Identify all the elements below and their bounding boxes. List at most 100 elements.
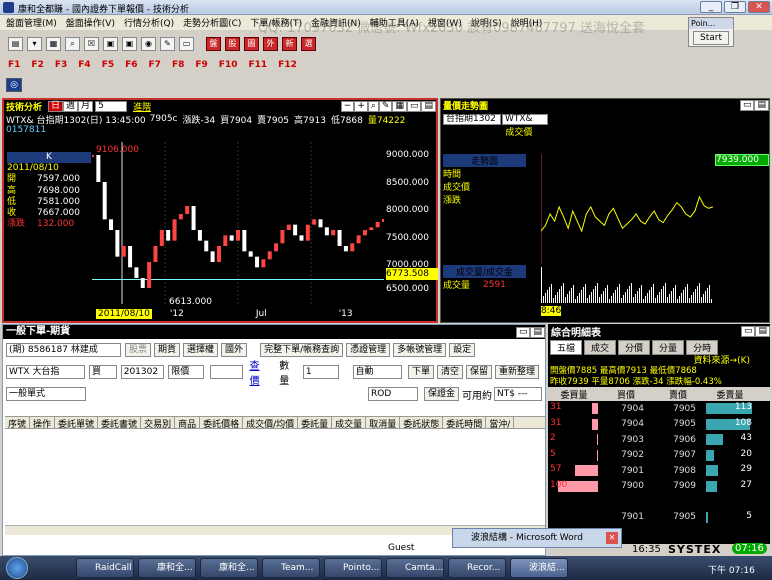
depth-row: 7901 7905 5 [548,510,770,526]
fkey-button[interactable]: F4 [78,60,90,70]
pv-symbol-input[interactable]: 台指期1302 [443,113,501,125]
close-button[interactable]: ✕ [748,1,770,13]
quote-icon[interactable]: 盤 [206,37,221,51]
rod-select[interactable]: ROD [367,387,418,401]
menu-icon[interactable]: ▤ [421,101,436,112]
fkey-button[interactable]: F6 [125,60,137,70]
task-recorder[interactable]: Recor... [448,558,506,578]
grid-icon[interactable]: ▦ [392,101,407,112]
fkey-button[interactable]: F12 [278,60,297,70]
price-type-select[interactable]: 限價 [168,365,204,379]
foreign-icon[interactable]: 外 [263,37,278,51]
grid-icon[interactable]: ▦ [46,37,61,51]
menu-icon[interactable]: ▤ [754,100,769,111]
clear-button[interactable]: 清空 [436,365,463,379]
menu-item[interactable]: 行情分析(Q) [124,16,174,29]
cert-button[interactable]: 憑證管理 [346,343,391,357]
fkey-button[interactable]: F1 [8,60,20,70]
side-select[interactable]: 買 [89,365,117,379]
intraday-chart[interactable] [541,154,713,264]
news-icon[interactable]: 新 [282,37,297,51]
window-icon[interactable]: ▭ [740,325,756,337]
price-chart[interactable] [90,142,386,322]
task-kanghe2[interactable]: 康和全... [200,558,258,578]
task-raidcall[interactable]: RaidCall [76,558,134,578]
zoom-out-icon[interactable]: − [340,101,355,112]
volume-bar [709,285,710,303]
window-icon[interactable]: ▭ [515,326,531,338]
settings-button[interactable]: 設定 [449,343,476,357]
menu-item[interactable]: 走勢分析圖(C) [183,16,241,29]
window2-icon[interactable]: ▣ [122,37,137,51]
fkey-button[interactable]: F5 [102,60,114,70]
chart-icon[interactable]: 圖 [244,37,259,51]
period-select[interactable]: 5 [95,101,128,112]
tab-foreign[interactable]: 國外 [221,343,248,357]
brand-logo-icon[interactable]: ◎ [6,78,22,92]
refresh-button[interactable]: 重新整理 [495,365,540,379]
menu-item[interactable]: 盤面管理(M) [6,16,57,29]
panel-icon[interactable]: ▭ [179,37,194,51]
auto-select[interactable]: 自動 [352,365,402,379]
menu-icon[interactable]: ▤ [530,326,545,338]
fkey-button[interactable]: F8 [172,60,184,70]
product-select[interactable]: WTX 大台指 [6,365,86,379]
search-icon[interactable]: ⌕ [65,37,80,51]
search-icon[interactable]: ⌕ [367,101,379,112]
window-icon[interactable]: ▣ [103,37,118,51]
pv-code-select[interactable]: WTX& [502,113,548,125]
word-preview-popup[interactable]: 波浪結構 - Microsoft Word ✕ [452,528,622,548]
hold-button[interactable]: 保留 [465,365,492,379]
tab-options[interactable]: 選擇權 [183,343,219,357]
account-select[interactable]: (期) 8586187 林建成 [6,343,121,357]
qty-stepper[interactable]: 1 [302,365,339,379]
tab-five-levels[interactable]: 五檔 [550,340,583,355]
task-word[interactable]: 波浪結... [510,558,568,578]
stock-icon[interactable]: 股 [225,37,240,51]
fkey-button[interactable]: F3 [55,60,67,70]
tab-stock[interactable]: 股票 [125,343,152,357]
query-price-link[interactable]: 查價 [249,357,269,387]
fkey-button[interactable]: F9 [195,60,207,70]
task-camtasia[interactable]: Camta... [386,558,444,578]
minimize-button[interactable]: _ [700,1,722,13]
order-type-select[interactable]: 一般單式 [6,387,86,401]
task-kanghe1[interactable]: 康和全... [138,558,196,578]
fkey-button[interactable]: F10 [219,60,238,70]
tab-price[interactable]: 分價 [618,340,651,355]
fkey-button[interactable]: F7 [149,60,161,70]
period-month-button[interactable]: 月 [78,101,94,112]
tab-volume[interactable]: 分量 [652,340,685,355]
price-candle [172,219,177,241]
period-week-button[interactable]: 週 [63,101,79,112]
coin-icon[interactable]: ◉ [141,37,156,51]
period-day-button[interactable]: 日 [48,101,64,112]
menu-icon[interactable]: ▤ [755,325,770,337]
tab-futures[interactable]: 期貨 [154,343,181,357]
full-order-button[interactable]: 完整下單/帳務查詢 [260,343,344,357]
zoom-in-icon[interactable]: + [354,101,368,112]
window-icon[interactable]: ▭ [406,101,422,112]
pen-icon[interactable]: ✎ [378,101,393,112]
options-icon[interactable]: 選 [301,37,316,51]
pen-icon[interactable]: ✎ [160,37,175,51]
margin-button[interactable]: 保證金 [423,387,459,401]
multi-account-button[interactable]: 多帳號管理 [393,343,447,357]
month-select[interactable]: 201302 [120,365,165,379]
task-teamviewer[interactable]: Team... [262,558,320,578]
close-box-icon[interactable]: ☒ [84,37,99,51]
start-button[interactable] [6,557,28,579]
close-icon[interactable]: ✕ [606,532,618,544]
layout-icon[interactable]: ▤ [8,37,23,51]
window-icon[interactable]: ▭ [739,100,755,111]
task-pointofix[interactable]: Pointo... [324,558,382,578]
tab-trades[interactable]: 成交 [584,340,617,355]
advanced-link[interactable]: 進階 [133,100,151,113]
save-icon[interactable]: ▾ [27,37,42,51]
place-order-button[interactable]: 下單 [407,365,434,379]
menu-item[interactable]: 盤面操作(V) [66,16,115,29]
fkey-button[interactable]: F11 [248,60,267,70]
maximize-button[interactable]: ❐ [724,1,746,13]
price-input[interactable] [209,365,244,379]
fkey-button[interactable]: F2 [31,60,43,70]
